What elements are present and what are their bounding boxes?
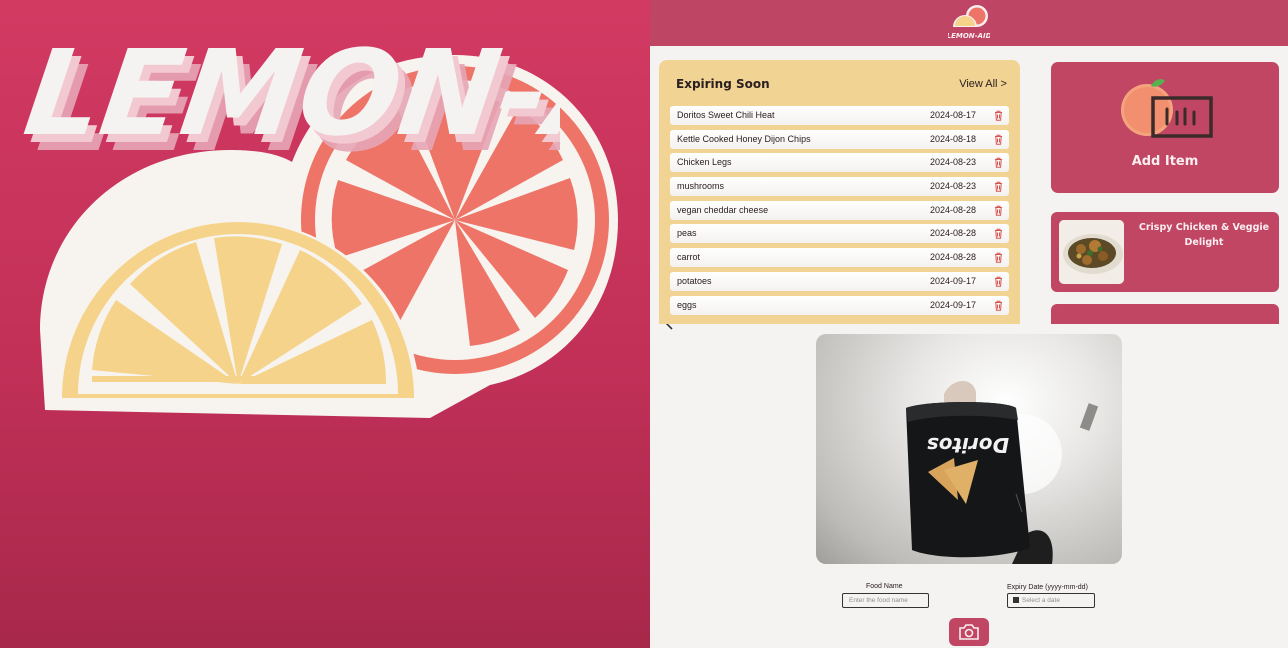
trash-icon[interactable]	[994, 181, 1003, 192]
item-name: Kettle Cooked Honey Dijon Chips	[677, 133, 811, 144]
app-logo: LEMON-AID	[948, 5, 990, 40]
app-header: LEMON-AID	[650, 0, 1288, 46]
expiry-date-placeholder: Select a date	[1022, 597, 1060, 604]
trash-icon[interactable]	[994, 110, 1003, 121]
add-item-button[interactable]: Add Item	[1051, 62, 1279, 193]
trash-icon[interactable]	[994, 228, 1003, 240]
trash-icon[interactable]	[994, 205, 1003, 216]
item-date: 2024-08-18	[929, 133, 976, 144]
expiry-date-input[interactable]: Select a date	[1007, 593, 1095, 608]
recipe-card[interactable]: Crispy Chicken & Veggie Delight	[1051, 212, 1279, 292]
recipe-card[interactable]	[1051, 304, 1279, 324]
view-all-link[interactable]: View All >	[959, 78, 1007, 90]
list-item[interactable]: eggs 2024-09-17	[670, 295, 1009, 315]
snack-label: Doritos	[927, 433, 1009, 457]
item-name: Doritos Sweet Chili Heat	[677, 110, 775, 120]
list-item[interactable]: peas 2024-08-28	[670, 224, 1009, 244]
trash-icon[interactable]	[994, 134, 1003, 145]
food-name-label: Food Name	[866, 583, 903, 590]
home-screen: LEMON-AID Expiring Soon View All > Dorit…	[650, 0, 1288, 324]
trash-icon[interactable]	[994, 300, 1003, 311]
trash-icon[interactable]	[994, 157, 1003, 169]
expiring-soon-title: Expiring Soon	[676, 77, 770, 91]
list-item[interactable]: carrot 2024-08-28	[670, 248, 1009, 268]
back-chevron-icon[interactable]	[664, 324, 676, 330]
add-item-screen: Doritos Food Name Enter the food name Ex…	[650, 324, 1288, 648]
item-date: 2024-08-28	[929, 252, 976, 263]
list-item[interactable]: Kettle Cooked Honey Dijon Chips 2024-08-…	[670, 129, 1009, 149]
camera-icon	[959, 624, 979, 640]
scan-item-icon	[1121, 79, 1213, 138]
item-date: 2024-08-17	[929, 110, 976, 120]
trash-icon[interactable]	[994, 252, 1003, 263]
capture-button[interactable]	[949, 618, 989, 646]
item-date: 2024-08-28	[929, 228, 976, 239]
list-item[interactable]: potatoes 2024-09-17	[670, 271, 1009, 291]
recipe-image	[1059, 220, 1124, 284]
svg-text:Doritos: Doritos	[927, 433, 1009, 457]
brand-title: LEMON-AID	[17, 25, 560, 162]
item-date: 2024-08-23	[929, 181, 976, 192]
trash-icon[interactable]	[994, 276, 1003, 287]
recipe-title: Crispy Chicken & Veggie Delight	[1138, 222, 1270, 248]
camera-preview: Doritos	[816, 334, 1122, 564]
item-date: 2024-09-17	[929, 299, 976, 310]
list-item[interactable]: Doritos Sweet Chili Heat 2024-08-17	[670, 106, 1009, 125]
item-date: 2024-08-23	[929, 157, 976, 168]
expiry-date-label: Expiry Date (yyyy-mm-dd)	[1007, 584, 1088, 591]
expiring-soon-card: Expiring Soon View All > Doritos Sweet C…	[659, 60, 1020, 324]
add-item-label: Add Item	[1131, 154, 1199, 169]
list-item[interactable]: vegan cheddar cheese 2024-08-28	[670, 200, 1009, 220]
calendar-icon	[1013, 597, 1019, 603]
brand-panel: LEMON-AID LEMON-AID LEMON-AID	[0, 0, 650, 648]
item-name: mushrooms	[677, 181, 725, 192]
item-name: Chicken Legs	[677, 157, 732, 168]
item-name: eggs	[677, 299, 697, 310]
expiring-list: Doritos Sweet Chili Heat 2024-08-17 Kett…	[670, 106, 1009, 319]
item-date: 2024-08-28	[929, 204, 976, 215]
svg-text:LEMON-AID: LEMON-AID	[948, 32, 990, 40]
brand-wordmark: LEMON-AID LEMON-AID LEMON-AID	[17, 25, 560, 170]
food-name-input[interactable]: Enter the food name	[842, 593, 929, 608]
item-name: carrot	[677, 252, 701, 263]
item-date: 2024-09-17	[929, 275, 976, 286]
item-name: vegan cheddar cheese	[677, 204, 769, 215]
item-name: peas	[677, 228, 697, 239]
list-item[interactable]: mushrooms 2024-08-23	[670, 177, 1009, 197]
item-name: potatoes	[677, 275, 712, 286]
list-item[interactable]: Chicken Legs 2024-08-23	[670, 153, 1009, 173]
